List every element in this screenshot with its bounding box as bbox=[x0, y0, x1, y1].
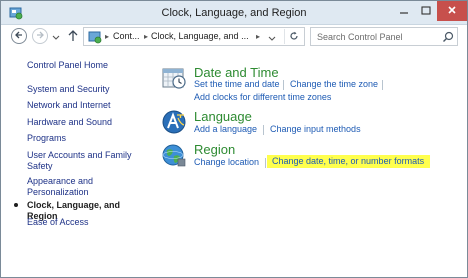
control-panel-window: Clock, Language, and Region ▸ Cont... ▸ … bbox=[0, 0, 468, 278]
task-separator bbox=[283, 80, 284, 90]
refresh-button[interactable] bbox=[284, 29, 302, 44]
recent-locations-chevron-icon[interactable] bbox=[52, 33, 60, 43]
sidebar-item-ease-of-access[interactable]: Ease of Access bbox=[27, 217, 147, 228]
breadcrumb-current[interactable]: Clock, Language, and ... bbox=[151, 31, 249, 41]
refresh-icon bbox=[289, 31, 299, 43]
sidebar-item-system-and-security[interactable]: System and Security bbox=[27, 84, 147, 95]
up-arrow-icon[interactable] bbox=[67, 29, 79, 43]
arrow-right-icon bbox=[35, 30, 45, 42]
breadcrumb-separator-icon: ▸ bbox=[105, 32, 110, 41]
back-button[interactable] bbox=[11, 28, 27, 44]
close-button[interactable] bbox=[437, 1, 467, 21]
maximize-button[interactable] bbox=[415, 1, 437, 21]
close-icon bbox=[447, 5, 457, 17]
minimize-button[interactable] bbox=[393, 1, 415, 21]
breadcrumb-separator-icon: ▸ bbox=[256, 32, 261, 41]
address-dropdown-icon[interactable] bbox=[268, 34, 276, 44]
change-location-link[interactable]: Change location bbox=[194, 157, 259, 167]
control-panel-icon bbox=[9, 6, 23, 20]
globe-icon bbox=[161, 142, 187, 168]
task-separator bbox=[265, 158, 266, 168]
add-a-language-link[interactable]: Add a language bbox=[194, 124, 257, 134]
left-navigation-pane: Control Panel Home System and Security N… bbox=[1, 47, 151, 277]
control-panel-path-icon bbox=[88, 30, 102, 44]
set-time-and-date-link[interactable]: Set the time and date bbox=[194, 79, 280, 89]
sidebar-item-user-accounts[interactable]: User Accounts and Family Safety bbox=[27, 150, 147, 172]
language-icon bbox=[161, 109, 187, 135]
forward-button[interactable] bbox=[32, 28, 48, 44]
title-bar[interactable]: Clock, Language, and Region bbox=[1, 1, 467, 25]
address-bar: ▸ Cont... ▸ Clock, Language, and ... ▸ bbox=[1, 25, 467, 47]
sidebar-item-hardware-and-sound[interactable]: Hardware and Sound bbox=[27, 117, 147, 128]
language-link[interactable]: Language bbox=[194, 109, 252, 124]
address-path-box[interactable]: ▸ Cont... ▸ Clock, Language, and ... ▸ bbox=[83, 27, 305, 46]
sidebar-item-appearance[interactable]: Appearance and Personalization bbox=[27, 176, 147, 198]
search-input[interactable] bbox=[311, 28, 439, 45]
task-separator bbox=[263, 125, 264, 135]
sidebar-item-control-panel-home[interactable]: Control Panel Home bbox=[27, 60, 147, 71]
task-separator bbox=[382, 80, 383, 90]
region-link[interactable]: Region bbox=[194, 142, 235, 157]
breadcrumb-separator-icon: ▸ bbox=[144, 32, 149, 41]
category-date-and-time: Date and Time Set the time and date Chan… bbox=[161, 65, 461, 105]
category-language: Language Add a language Change input met… bbox=[161, 109, 461, 137]
add-clocks-link[interactable]: Add clocks for different time zones bbox=[194, 92, 331, 102]
category-region: Region Change location Change date, time… bbox=[161, 142, 461, 174]
search-icon[interactable] bbox=[442, 31, 454, 43]
breadcrumb-control-panel[interactable]: Cont... bbox=[113, 31, 140, 41]
current-item-bullet-icon bbox=[14, 203, 18, 207]
change-input-methods-link[interactable]: Change input methods bbox=[270, 124, 361, 134]
change-time-zone-link[interactable]: Change the time zone bbox=[290, 79, 378, 89]
change-date-time-number-formats-link[interactable]: Change date, time, or number formats bbox=[267, 155, 431, 168]
arrow-left-icon bbox=[14, 30, 24, 42]
sidebar-item-programs[interactable]: Programs bbox=[27, 133, 147, 144]
date-and-time-link[interactable]: Date and Time bbox=[194, 65, 279, 80]
clock-calendar-icon bbox=[161, 65, 187, 91]
search-box[interactable] bbox=[310, 27, 458, 46]
sidebar-item-network-and-internet[interactable]: Network and Internet bbox=[27, 100, 147, 111]
